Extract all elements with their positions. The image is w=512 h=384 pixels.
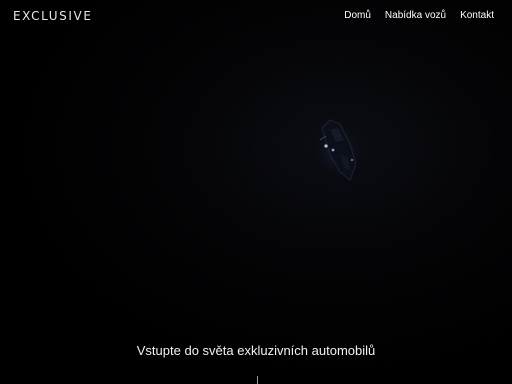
site-logo[interactable]: EXCLUSIVE [13, 9, 93, 23]
main-nav: Domů Nabídka vozů Kontakt [344, 10, 494, 21]
hero-car-image [308, 116, 368, 184]
nav-item-offer[interactable]: Nabídka vozů [385, 10, 446, 21]
site-header: EXCLUSIVE Domů Nabídka vozů Kontakt [0, 0, 512, 34]
scroll-indicator[interactable] [257, 376, 258, 384]
nav-item-contact[interactable]: Kontakt [460, 10, 494, 21]
hero-tagline: Vstupte do světa exkluzivních automobilů [136, 343, 376, 358]
nav-item-home[interactable]: Domů [344, 10, 371, 21]
hero-page: EXCLUSIVE Domů Nabídka vozů Kontakt Vstu… [0, 0, 512, 384]
